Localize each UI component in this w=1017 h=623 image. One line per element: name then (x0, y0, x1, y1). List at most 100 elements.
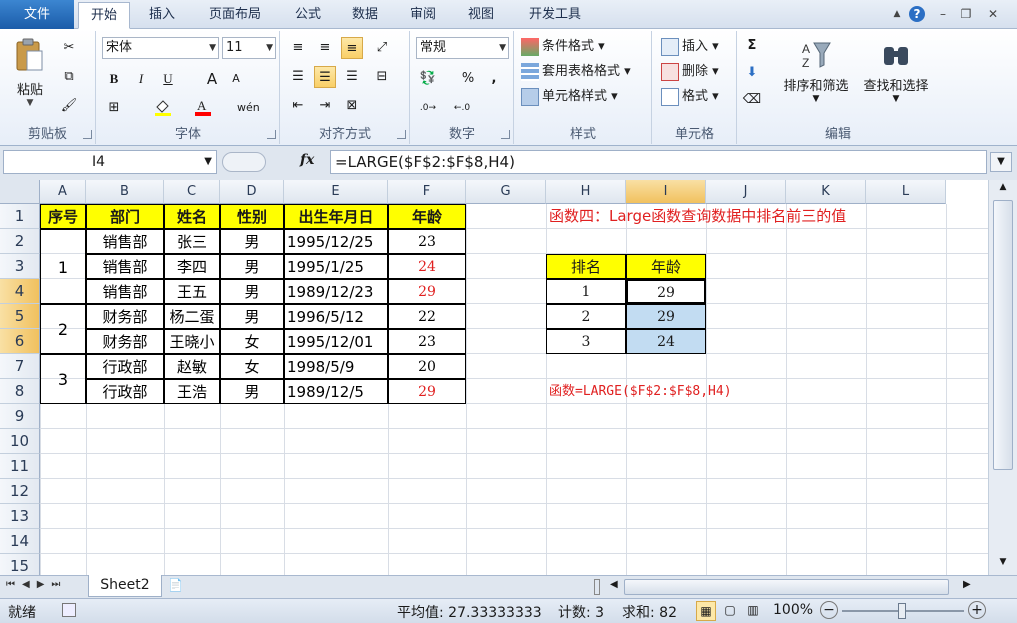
tab-insert[interactable]: 插入 (138, 2, 186, 29)
column-header-d[interactable]: D (220, 180, 284, 204)
table-header-cell[interactable]: 序号 (40, 204, 86, 229)
borders-icon[interactable]: ⊞ (103, 97, 125, 119)
select-all-corner[interactable] (0, 180, 40, 204)
age-cell[interactable]: 22 (388, 304, 466, 329)
fill-color-icon[interactable] (152, 97, 174, 119)
side-title[interactable]: 函数四：Large函数查询数据中排名前三的值 (546, 204, 906, 229)
sheet-nav-icon[interactable]: ⏮◀▶⏭ (6, 579, 67, 590)
active-cell[interactable]: 29 (626, 279, 706, 304)
table-header-cell[interactable]: 姓名 (164, 204, 220, 229)
comma-button[interactable]: , (483, 68, 505, 90)
worksheet-grid[interactable]: ABCDEFGHIJKL 1 2 3 4 5 6 7 8 9 10 11 12 13 14 15 序号 部门姓… (0, 180, 988, 575)
sheet-tab-sheet2[interactable]: Sheet2 (88, 575, 162, 597)
table-cell[interactable]: 男 (220, 279, 284, 304)
table-cell[interactable]: 财务部 (86, 329, 164, 354)
column-header-b[interactable]: B (86, 180, 164, 204)
column-header-f[interactable]: F (388, 180, 466, 204)
row-header-6[interactable]: 6 (0, 329, 40, 354)
table-cell[interactable]: 女 (220, 354, 284, 379)
zoom-out-icon[interactable]: − (820, 601, 838, 619)
row-header-11[interactable]: 11 (0, 454, 40, 479)
cell-styles-button[interactable]: 单元格样式 ▾ (521, 86, 618, 108)
scroll-left-icon[interactable]: ◀ (610, 579, 618, 590)
table-cell[interactable]: 男 (220, 254, 284, 279)
decrease-decimal-icon[interactable]: ←.0 (451, 97, 473, 119)
table-cell[interactable]: 销售部 (86, 279, 164, 304)
align-left-icon[interactable]: ☰ (287, 66, 309, 88)
scroll-down-icon[interactable]: ▼ (993, 557, 1013, 573)
row-header-5[interactable]: 5 (0, 304, 40, 329)
group-number-cell[interactable]: 3 (40, 354, 86, 404)
font-name-select[interactable]: 宋体 ▼ (102, 37, 219, 59)
vertical-scrollbar[interactable]: ▲ ▼ (988, 180, 1017, 575)
clipboard-launcher-icon[interactable] (83, 130, 92, 139)
merge-center-icon[interactable]: ⊠ (341, 95, 363, 117)
table-cell[interactable]: 1995/1/25 (284, 254, 388, 279)
table-cell[interactable]: 王五 (164, 279, 220, 304)
table-cell[interactable]: 张三 (164, 229, 220, 254)
table-header-cell[interactable]: 性别 (220, 204, 284, 229)
window-restore-icon[interactable]: ❐ (958, 6, 974, 22)
column-header-i[interactable]: I (626, 180, 706, 204)
cut-icon[interactable]: ✂ (58, 37, 80, 59)
table-cell[interactable]: 销售部 (86, 229, 164, 254)
tab-formulas[interactable]: 公式 (284, 2, 332, 29)
age-cell[interactable]: 29 (388, 279, 466, 304)
formula-note[interactable]: 函数=LARGE($F$2:$F$8,H4) (546, 379, 866, 404)
phonetic-icon[interactable]: wén (237, 97, 260, 119)
table-cell[interactable]: 销售部 (86, 254, 164, 279)
table-header-cell[interactable]: 部门 (86, 204, 164, 229)
row-header-15[interactable]: 15 (0, 554, 40, 575)
align-middle-icon[interactable]: ≡ (314, 37, 336, 59)
table-header-cell[interactable]: 年龄 (388, 204, 466, 229)
shrink-font-button[interactable]: A (225, 68, 247, 90)
row-header-4[interactable]: 4 (0, 279, 40, 304)
table-cell[interactable]: 王浩 (164, 379, 220, 404)
table-cell[interactable]: 1995/12/01 (284, 329, 388, 354)
expand-formula-bar-icon[interactable]: ▼ (990, 152, 1012, 172)
table-cell[interactable]: 李四 (164, 254, 220, 279)
row-header-7[interactable]: 7 (0, 354, 40, 379)
underline-button[interactable]: U (157, 68, 179, 90)
align-bottom-icon[interactable]: ≡ (341, 37, 363, 59)
tab-review[interactable]: 审阅 (399, 2, 447, 29)
rank-cell[interactable]: 2 (546, 304, 626, 329)
orientation-icon[interactable]: ⤢ (371, 37, 393, 59)
column-header-c[interactable]: C (164, 180, 220, 204)
increase-decimal-icon[interactable]: .0→ (417, 97, 439, 119)
font-size-select[interactable]: 11 ▼ (222, 37, 276, 59)
table-cell[interactable]: 赵敏 (164, 354, 220, 379)
font-color-icon[interactable]: A (192, 97, 214, 119)
row-header-10[interactable]: 10 (0, 429, 40, 454)
new-sheet-icon[interactable]: 📄 (168, 578, 190, 596)
column-header-l[interactable]: L (866, 180, 946, 204)
column-header-a[interactable]: A (40, 180, 86, 204)
age-cell[interactable]: 29 (388, 379, 466, 404)
row-header-9[interactable]: 9 (0, 404, 40, 429)
wrap-text-icon[interactable]: ⊟ (371, 66, 393, 88)
scroll-right-icon[interactable]: ▶ (963, 579, 971, 590)
fill-icon[interactable]: ⬇ (741, 62, 763, 84)
age-cell[interactable]: 24 (388, 254, 466, 279)
zoom-in-icon[interactable]: + (968, 601, 986, 619)
age-cell[interactable]: 20 (388, 354, 466, 379)
scroll-up-icon[interactable]: ▲ (993, 182, 1013, 198)
sort-filter-button[interactable]: A Z 排序和筛选 ▼ (776, 39, 856, 104)
align-center-icon[interactable]: ☰ (314, 66, 336, 88)
insert-cells-button[interactable]: 插入 ▾ (661, 36, 719, 58)
align-top-icon[interactable]: ≡ (287, 37, 309, 59)
table-cell[interactable]: 1989/12/5 (284, 379, 388, 404)
row-header-1[interactable]: 1 (0, 204, 40, 229)
insert-function-icon[interactable]: fx (300, 152, 314, 168)
row-header-8[interactable]: 8 (0, 379, 40, 404)
row-header-14[interactable]: 14 (0, 529, 40, 554)
rank-header-cell[interactable]: 年龄 (626, 254, 706, 279)
number-launcher-icon[interactable] (501, 130, 510, 139)
format-as-table-button[interactable]: 套用表格格式 ▾ (521, 61, 631, 83)
table-cell[interactable]: 1998/5/9 (284, 354, 388, 379)
percent-button[interactable]: % (457, 68, 479, 90)
group-number-cell[interactable]: 2 (40, 304, 86, 354)
bold-button[interactable]: B (103, 68, 125, 90)
column-header-e[interactable]: E (284, 180, 388, 204)
name-box[interactable]: I4 ▼ (3, 150, 217, 174)
